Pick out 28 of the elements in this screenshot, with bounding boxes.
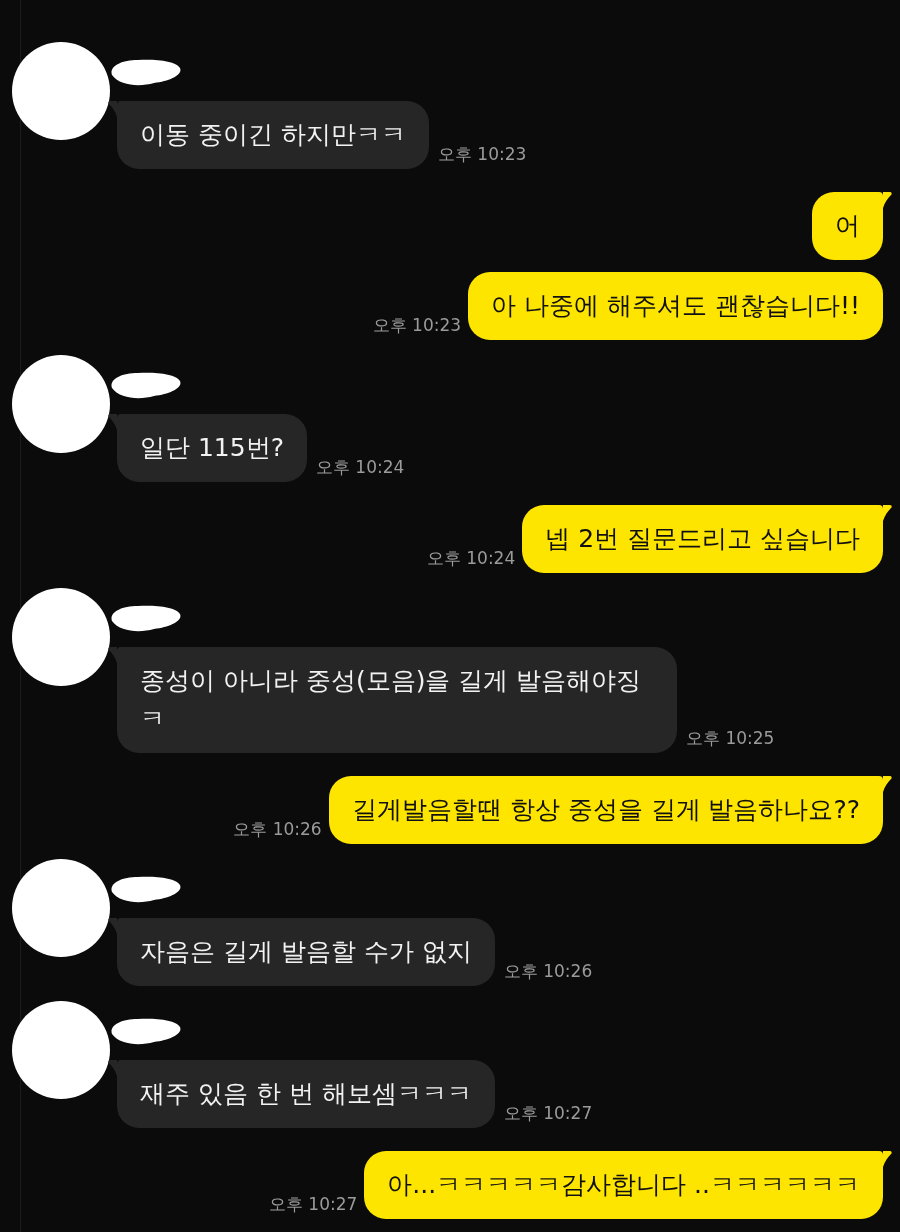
bubble-tail-icon	[108, 414, 117, 430]
bubble-tail-icon	[108, 918, 117, 934]
timestamp: 오후 10:25	[686, 727, 775, 750]
timestamp: 오후 10:26	[233, 818, 322, 841]
bubble-tail-icon	[883, 192, 892, 208]
timestamp: 오후 10:27	[268, 1193, 358, 1216]
bubble-tail-icon	[108, 647, 117, 663]
bubble-tail-icon	[108, 101, 117, 117]
message-bubble: 어	[812, 192, 883, 260]
bubble-tail-icon	[883, 1151, 892, 1167]
message-bubble: 종성이 아니라 중성(모음)을 길게 발음해야징ㅋ	[117, 647, 677, 753]
message-bubble: 길게발음할땐 항상 중성을 길게 발음하나요??	[328, 776, 883, 844]
message-bubble: 자음은 길게 발음할 수가 없지	[117, 918, 495, 986]
message-bubble: 재주 있음 한 번 해보셈ㅋㅋㅋ	[117, 1060, 495, 1128]
timestamp: 오후 10:23	[372, 314, 462, 337]
message-bubble: 이동 중이긴 하지만ㅋㅋ	[117, 101, 429, 169]
message-bubble: 아...ㅋㅋㅋㅋㅋ감사합니다 ..ㅋㅋㅋㅋㅋㅋ	[364, 1151, 883, 1219]
timestamp: 오후 10:27	[503, 1102, 593, 1125]
timestamp: 오후 10:24	[426, 547, 516, 570]
bubble-tail-icon	[108, 1060, 117, 1076]
timestamp: 오후 10:26	[503, 960, 593, 983]
message-bubble: 아 나중에 해주셔도 괜찮습니다!!	[468, 272, 883, 340]
message-bubble: 일단 115번?	[117, 414, 307, 482]
bubble-tail-icon	[883, 505, 892, 521]
message-bubble: 넵 2번 질문드리고 싶습니다	[522, 505, 883, 573]
bubble-tail-icon	[883, 776, 892, 792]
timestamp: 오후 10:24	[315, 456, 405, 479]
timestamp: 오후 10:23	[437, 143, 527, 166]
